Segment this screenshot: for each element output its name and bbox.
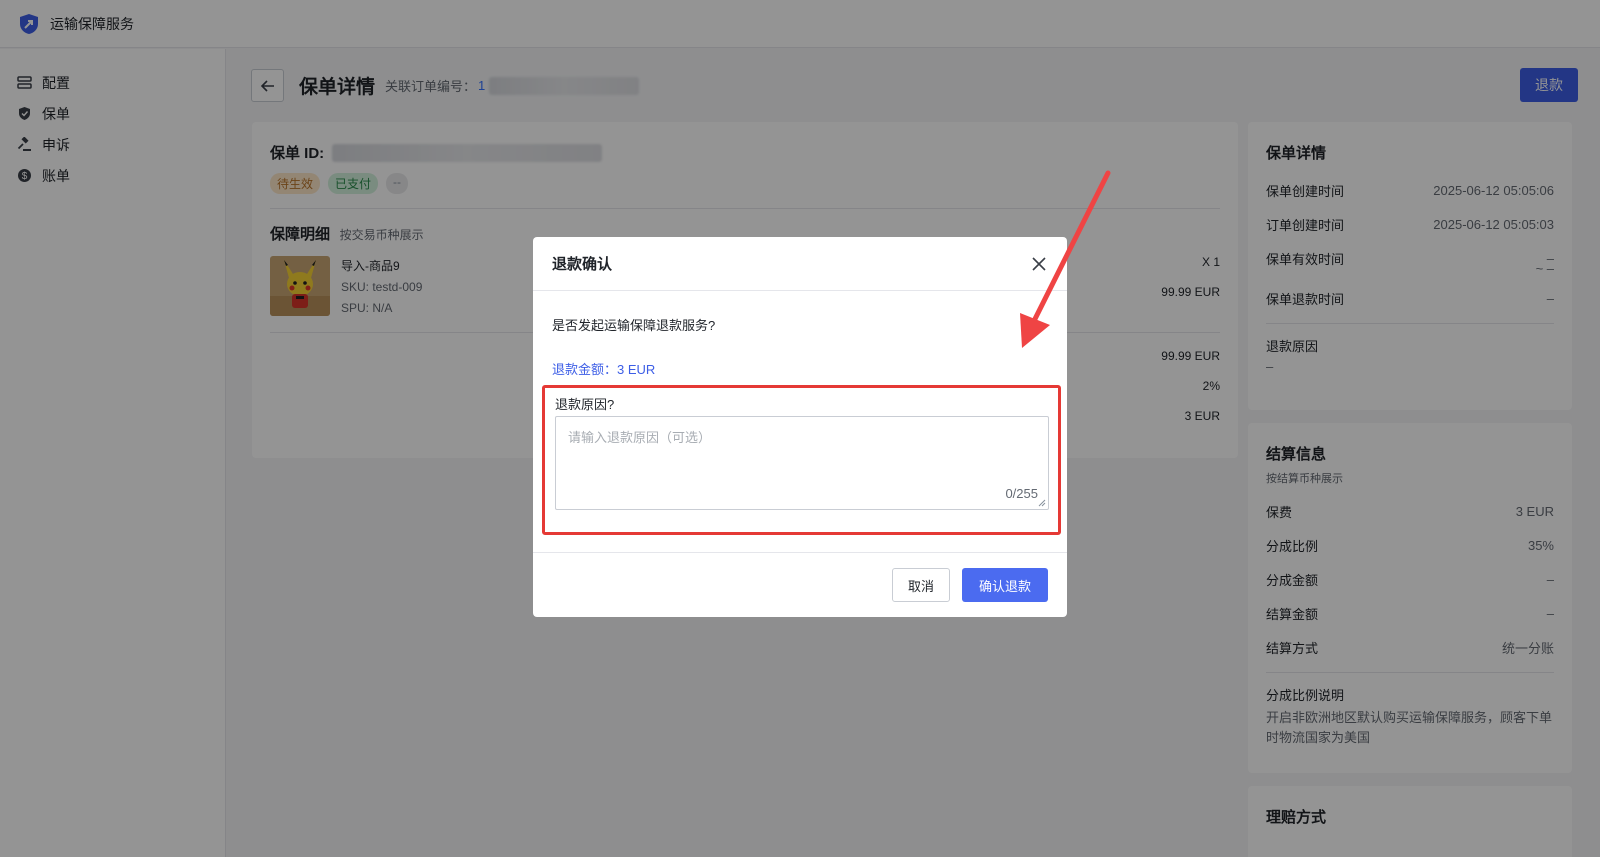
refund-confirm-dialog: 退款确认 是否发起运输保障退款服务? 退款金额：3 EUR 退款原因? 请输入退… bbox=[533, 237, 1067, 617]
confirm-refund-button[interactable]: 确认退款 bbox=[962, 568, 1048, 602]
reason-label: 退款原因? bbox=[555, 397, 615, 412]
cancel-button[interactable]: 取消 bbox=[892, 568, 950, 602]
reason-textarea[interactable]: 请输入退款原因（可选） 0/255 bbox=[555, 416, 1049, 510]
dialog-header: 退款确认 bbox=[533, 237, 1067, 291]
annotation-arrow-icon bbox=[1020, 170, 1111, 348]
char-count: 0/255 bbox=[1005, 486, 1038, 501]
dialog-title: 退款确认 bbox=[552, 256, 613, 273]
reason-placeholder: 请输入退款原因（可选） bbox=[568, 430, 712, 445]
refund-amount: 退款金额：3 EUR bbox=[552, 362, 656, 377]
dialog-footer: 取消 确认退款 bbox=[533, 552, 1067, 617]
dialog-question: 是否发起运输保障退款服务? bbox=[552, 318, 716, 333]
reason-highlight-box: 退款原因? 请输入退款原因（可选） 0/255 bbox=[542, 385, 1061, 535]
resize-handle-icon[interactable] bbox=[1038, 499, 1046, 507]
